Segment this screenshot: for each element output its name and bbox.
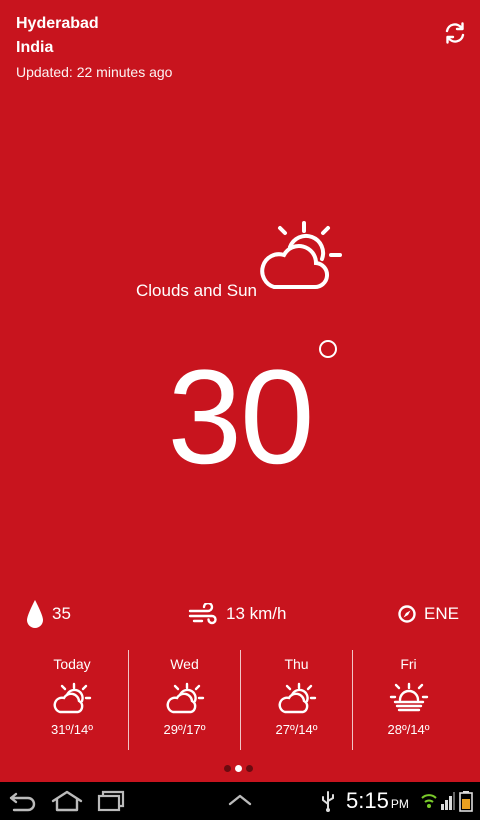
condition-label: Clouds and Sun [136,281,257,300]
forecast-day[interactable]: Fri 28º/14º [352,650,464,750]
wind-speed-stat: 13 km/h [188,596,286,632]
forecast-temps: 27º/14º [275,722,318,737]
page-dot[interactable] [246,765,253,772]
humidity-stat: 35 [26,596,71,632]
wind-speed-value: 13 km/h [226,604,287,623]
forecast-day[interactable]: Wed 29º/17º [128,650,240,750]
forecast-day-name: Today [53,656,91,672]
status-clock: 5:15 PM [346,789,409,816]
city-name: Hyderabad [16,15,99,32]
weather-screen: Hyderabad India Updated: 22 minutes ago … [0,0,480,782]
system-navigation-bar: 5:15 PM [0,782,480,820]
current-condition: Clouds and Sun [0,215,480,305]
forecast-day-name: Wed [170,656,199,672]
haze-sun-icon [389,682,428,712]
forecast-day-name: Fri [400,656,417,672]
battery-icon [459,791,473,812]
country-name: India [16,39,54,56]
signal-icon [441,792,455,810]
page-dot-active[interactable] [235,765,242,772]
forecast-day[interactable]: Today 31º/14º [16,650,128,750]
partly-cloudy-icon [53,682,92,714]
forecast-temps: 28º/14º [387,722,430,737]
page-dot[interactable] [224,765,231,772]
humidity-value: 35 [52,604,71,623]
location-header: Hyderabad India Updated: 22 minutes ago [16,12,172,82]
wind-direction-stat: ENE [398,596,459,632]
wind-icon [188,603,217,625]
clock-ampm: PM [390,797,409,811]
current-stats: 35 13 km/h ENE [0,596,480,632]
compass-icon [398,605,416,623]
clouds-and-sun-icon [260,221,342,290]
degree-symbol [319,340,337,358]
wind-direction-value: ENE [424,604,459,623]
home-icon[interactable] [50,790,84,812]
forecast-temps: 31º/14º [50,722,94,737]
usb-icon [322,791,334,812]
forecast-strip: Today 31º/14º Wed 29º/17º Thu 27º/14º Fr… [16,650,464,750]
partly-cloudy-icon [166,682,204,714]
drop-icon [27,600,43,628]
partly-cloudy-icon [278,682,316,714]
chevron-up-icon[interactable] [226,790,254,812]
current-temperature: 30 [167,343,314,492]
forecast-temps: 29º/17º [163,722,206,737]
back-icon[interactable] [8,790,38,812]
refresh-icon[interactable] [442,20,468,46]
clock-time: 5:15 [346,788,389,813]
wifi-icon [421,794,437,808]
last-updated-text: Updated: 22 minutes ago [16,64,173,80]
forecast-day-name: Thu [284,656,309,672]
forecast-day[interactable]: Thu 27º/14º [240,650,352,750]
recent-apps-icon[interactable] [96,790,126,812]
page-indicator [224,765,253,775]
